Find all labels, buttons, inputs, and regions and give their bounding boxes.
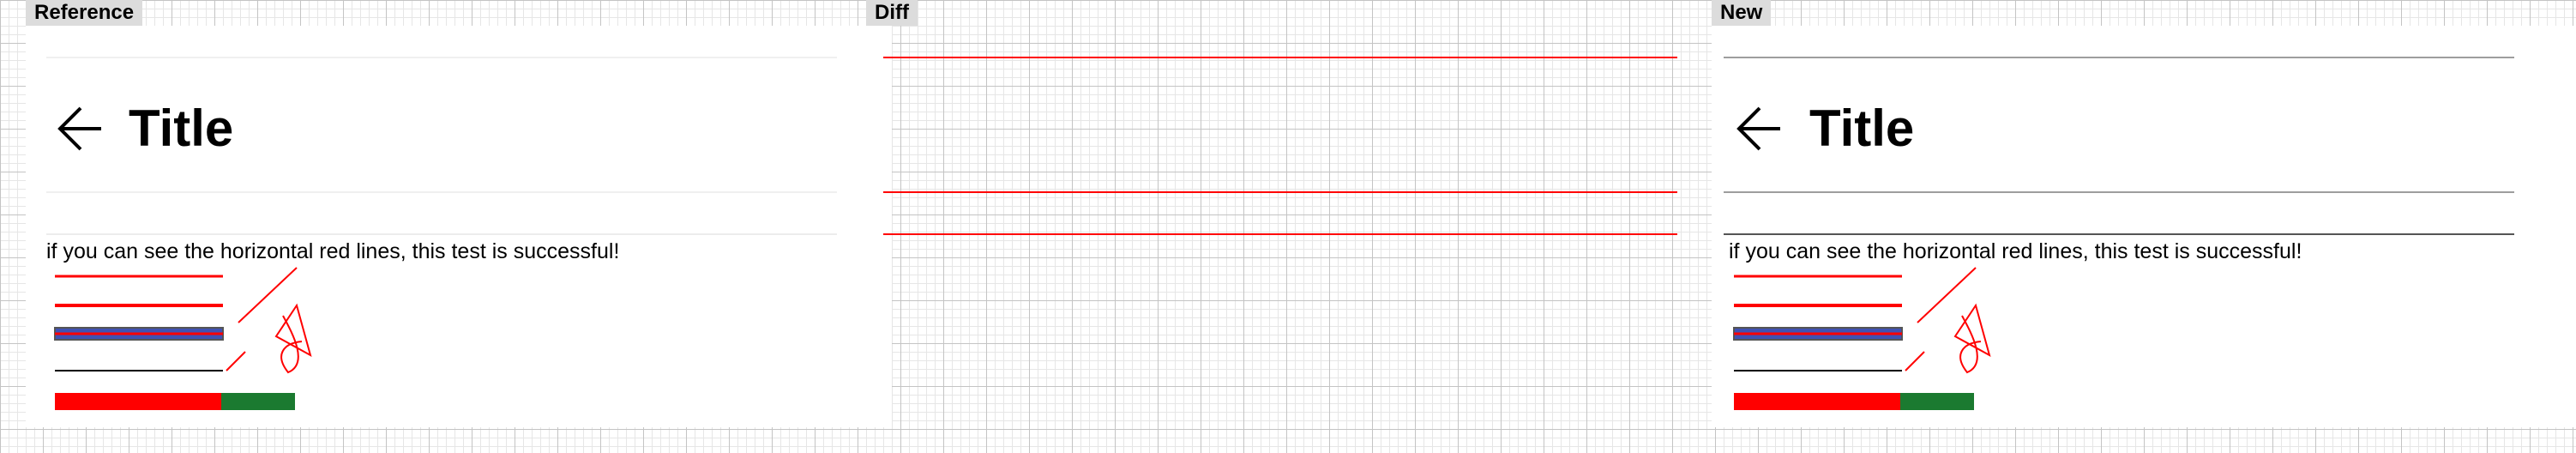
diff-line-1 <box>883 57 1677 58</box>
diff-line-3 <box>883 233 1677 235</box>
new-label: New <box>1712 0 1772 26</box>
progress-green <box>221 393 295 410</box>
diff-label: Diff <box>866 0 918 26</box>
reference-card: Title if you can see the horizontal red … <box>26 26 892 427</box>
test-lines-drawing <box>1733 267 1991 374</box>
red-diagonal-1 <box>1917 267 1977 323</box>
red-scribble-shape <box>274 303 312 374</box>
new-card: Title if you can see the horizontal red … <box>1712 26 2576 427</box>
test-lines-drawing <box>54 267 312 374</box>
progress-red <box>1734 393 1900 410</box>
red-diagonal-1 <box>238 267 298 323</box>
diff-panel: Diff <box>866 0 1712 453</box>
red-diagonal-2 <box>1905 351 1925 371</box>
red-diagonal-2 <box>226 351 246 371</box>
red-scribble-shape <box>1953 303 1991 374</box>
diff-line-2 <box>883 191 1677 193</box>
reference-label: Reference <box>26 0 143 26</box>
reference-panel: Title if you can see the horizontal red … <box>0 0 892 453</box>
progress-red <box>55 393 221 410</box>
new-panel: Title if you can see the horizontal red … <box>1712 0 2576 453</box>
progress-green <box>1900 393 1974 410</box>
